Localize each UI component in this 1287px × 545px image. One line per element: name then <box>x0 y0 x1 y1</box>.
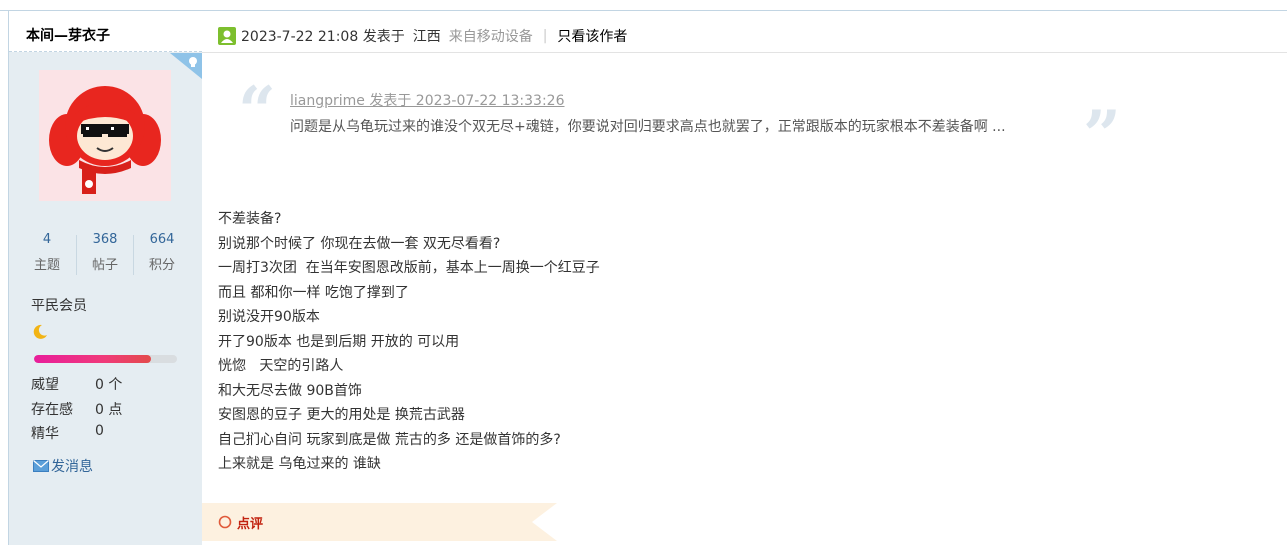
stat-credits-label: 积分 <box>148 258 175 273</box>
field-presence: 存在感 0 点 <box>31 399 122 419</box>
author-sidebar: 本间—芽衣子 4 主题 368 帖子 664 积分 平民会员 威望 0 个 存在… <box>9 11 202 545</box>
mail-icon <box>33 460 49 472</box>
content-line: 而且 都和你一样 吃饱了撑到了 <box>218 284 409 301</box>
post-source[interactable]: 来自移动设备 <box>449 26 533 46</box>
header-divider <box>202 52 1287 53</box>
field-prestige-label: 威望 <box>31 377 59 393</box>
level-progress-fill <box>34 355 152 363</box>
user-rank[interactable]: 平民会员 <box>31 295 87 315</box>
meta-separator: | <box>542 28 548 44</box>
moon-icon <box>33 324 47 339</box>
send-message-link[interactable]: 发消息 <box>33 456 93 476</box>
user-stats: 4 主题 368 帖子 664 积分 <box>19 229 189 277</box>
content-line: 别说那个时候了 你现在去做一套 双无尽看看? <box>218 235 501 252</box>
field-prestige: 威望 0 个 <box>31 374 122 394</box>
content-line: 上来就是 乌龟过来的 谁缺 <box>218 456 381 472</box>
comment-circle-icon <box>218 515 232 529</box>
field-presence-label: 存在感 <box>31 402 73 418</box>
post-date: 2023-7-22 21:08 发表于 <box>241 29 405 45</box>
content-line: 和大无尽去做 90B首饰 <box>218 382 362 399</box>
stat-threads-value[interactable]: 4 <box>19 232 75 247</box>
level-progress-bar <box>34 355 177 363</box>
stat-credits[interactable]: 664 积分 <box>134 229 190 277</box>
field-presence-value: 0 点 <box>95 402 123 418</box>
field-digest: 精华 0 <box>31 423 104 443</box>
content-line: 开了90版本 也是到后期 开放的 可以用 <box>218 333 460 350</box>
post-meta: 2023-7-22 21:08 发表于 江西 来自移动设备 | 只看该作者 <box>218 26 627 46</box>
send-message-label[interactable]: 发消息 <box>51 456 93 476</box>
field-digest-value: 0 <box>95 423 104 439</box>
content-line: 自己扪心自问 玩家到底是做 荒古的多 还是做首饰的多? <box>218 431 561 448</box>
stat-threads[interactable]: 4 主题 <box>19 229 75 277</box>
stat-posts-label: 帖子 <box>91 258 118 273</box>
field-prestige-value: 0 个 <box>95 377 123 393</box>
online-status-icon <box>218 27 236 45</box>
quote-text: 问题是从乌龟玩过来的谁没个双无尽+魂链，你要说对回归要求高点也就罢了，正常跟版本… <box>290 119 1006 135</box>
stat-credits-value[interactable]: 664 <box>134 232 190 247</box>
open-quote-icon: “ <box>238 72 276 150</box>
content-line: 恍惚 天空的引路人 <box>218 358 344 374</box>
mobile-post-icon <box>170 53 202 79</box>
content-line: 别说没开90版本 <box>218 309 320 325</box>
avatar[interactable] <box>39 70 171 201</box>
content-line: 一周打3次团 在当年安图恩改版前，基本上一周换一个红豆子 <box>218 260 600 276</box>
close-quote-icon: ” <box>1083 96 1121 174</box>
content-line: 安图恩的豆子 更大的用处是 换荒古武器 <box>218 407 465 423</box>
stat-posts-value[interactable]: 368 <box>77 232 133 247</box>
username[interactable]: 本间—芽衣子 <box>26 25 110 45</box>
post-location: 江西 <box>412 29 441 45</box>
content-line: 不差装备? <box>218 211 282 227</box>
post-content: 不差装备? 别说那个时候了 你现在去做一套 双无尽看看? 一周打3次团 在当年安… <box>218 207 1118 477</box>
stat-posts[interactable]: 368 帖子 <box>77 229 133 277</box>
field-digest-label: 精华 <box>31 426 59 442</box>
avatar-image <box>39 70 171 201</box>
only-author-link[interactable]: 只看该作者 <box>557 26 627 46</box>
quote-author-link[interactable]: liangprime 发表于 2023-07-22 13:33:26 <box>290 90 565 110</box>
rate-button[interactable]: 点评 <box>202 503 557 541</box>
username-bar: 本间—芽衣子 <box>9 11 202 52</box>
rate-label[interactable]: 点评 <box>237 513 263 532</box>
stat-threads-label: 主题 <box>33 258 60 273</box>
